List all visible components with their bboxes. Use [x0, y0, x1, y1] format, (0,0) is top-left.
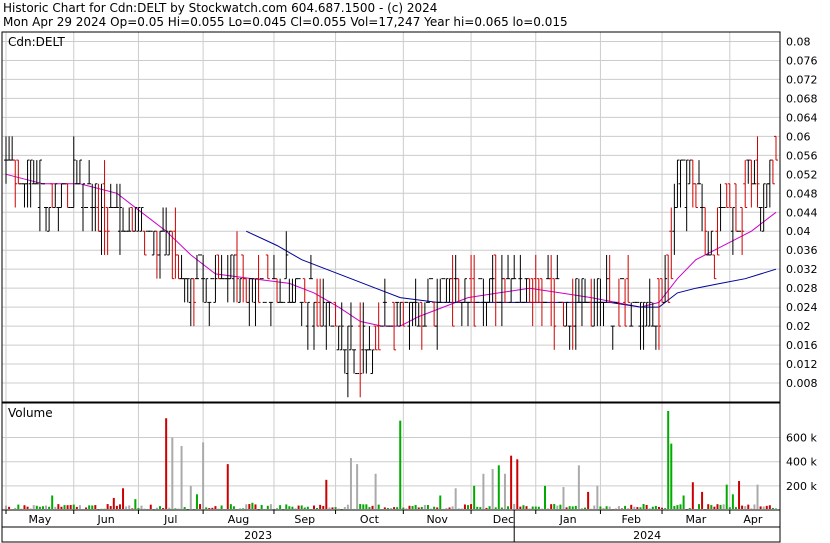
grid-lines — [2, 32, 780, 510]
price-tick-label: 0.016 — [786, 339, 818, 352]
month-label: Jan — [559, 513, 577, 526]
month-label: Dec — [493, 513, 514, 526]
volume-tick-label: 400 k — [786, 456, 817, 469]
date-axis-frame — [1, 509, 781, 543]
price-tick-label: 0.04 — [786, 225, 811, 238]
year-label: 2024 — [633, 529, 661, 542]
volume-panel-label: Volume — [8, 406, 53, 420]
price-tick-label: 0.064 — [786, 111, 818, 124]
quote-summary: Mon Apr 29 2024 Op=0.05 Hi=0.055 Lo=0.04… — [3, 15, 568, 29]
price-tick-label: 0.044 — [786, 206, 818, 219]
price-tick-label: 0.052 — [786, 168, 818, 181]
price-tick-label: 0.06 — [786, 130, 811, 143]
volume-bars — [5, 411, 777, 510]
month-label: Jul — [163, 513, 177, 526]
price-panel-label: Cdn:DELT — [8, 35, 66, 49]
price-panel — [1, 31, 781, 543]
price-frame — [1, 31, 781, 403]
month-label: May — [29, 513, 52, 526]
month-label: Oct — [360, 513, 380, 526]
price-tick-label: 0.068 — [786, 92, 818, 105]
price-tick-label: 0.012 — [786, 358, 818, 371]
month-label: Mar — [686, 513, 707, 526]
volume-tick-label: 200 k — [786, 480, 817, 493]
month-label: Feb — [621, 513, 640, 526]
price-tick-label: 0.072 — [786, 73, 818, 86]
price-tick-label: 0.056 — [786, 149, 818, 162]
price-tick-label: 0.032 — [786, 263, 818, 276]
price-tick-label: 0.08 — [786, 35, 811, 48]
price-tick-label: 0.076 — [786, 54, 818, 67]
volume-tick-label: 600 k — [786, 432, 817, 445]
volume-frame — [1, 402, 781, 511]
month-label: Nov — [426, 513, 448, 526]
price-tick-label: 0.036 — [786, 244, 818, 257]
price-tick-label: 0.048 — [786, 187, 818, 200]
year-label: 2023 — [244, 529, 272, 542]
price-tick-label: 0.008 — [786, 377, 818, 390]
price-tick-label: 0.024 — [786, 301, 818, 314]
price-tick-label: 0.02 — [786, 320, 811, 333]
month-label: Sep — [294, 513, 315, 526]
chart-title: Historic Chart for Cdn:DELT by Stockwatc… — [3, 1, 438, 15]
price-tick-label: 0.028 — [786, 282, 818, 295]
month-label: Aug — [228, 513, 249, 526]
stock-chart: 0.08 0.076 0.072 0.068 0.064 0.06 0.056 0.052 0.… — [1, 31, 818, 543]
month-label: Jun — [97, 513, 115, 526]
month-label: Apr — [743, 513, 763, 526]
